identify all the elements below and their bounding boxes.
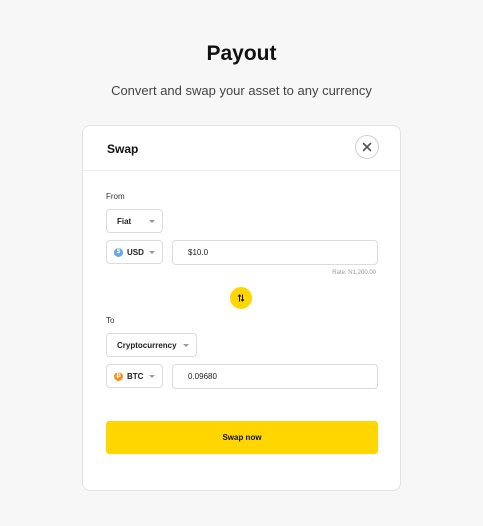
card-header: Swap bbox=[83, 126, 400, 171]
swap-card: Swap From Fiat $ USD $10.0 Rate: N1,200.… bbox=[82, 125, 401, 491]
chevron-down-icon bbox=[149, 251, 155, 254]
swap-now-button[interactable]: Swap now bbox=[106, 421, 378, 454]
card-title: Swap bbox=[107, 142, 139, 156]
payout-page: Payout Convert and swap your asset to an… bbox=[0, 0, 483, 526]
chevron-down-icon bbox=[149, 375, 155, 378]
close-button[interactable] bbox=[355, 135, 379, 159]
exchange-rate: Rate: N1,200.00 bbox=[332, 270, 376, 276]
to-currency-select[interactable]: ₿ BTC bbox=[106, 364, 163, 388]
to-currency-value: BTC bbox=[127, 371, 144, 381]
to-amount-input[interactable]: 0.09680 bbox=[172, 364, 378, 389]
swap-direction-button[interactable] bbox=[230, 287, 252, 309]
from-currency-value: USD bbox=[127, 247, 144, 257]
swap-arrows-icon bbox=[237, 294, 245, 302]
from-label: From bbox=[106, 192, 125, 201]
from-currency-select[interactable]: $ USD bbox=[106, 240, 163, 264]
chevron-down-icon bbox=[149, 220, 155, 223]
to-type-value: Cryptocurrency bbox=[117, 340, 177, 350]
page-subtitle: Convert and swap your asset to any curre… bbox=[111, 83, 372, 98]
to-type-select[interactable]: Cryptocurrency bbox=[106, 333, 197, 357]
from-amount-input[interactable]: $10.0 bbox=[172, 240, 378, 265]
chevron-down-icon bbox=[183, 344, 189, 347]
to-label: To bbox=[106, 316, 115, 325]
page-title: Payout bbox=[206, 42, 277, 65]
from-type-select[interactable]: Fiat bbox=[106, 209, 163, 233]
bitcoin-icon: ₿ bbox=[114, 371, 123, 381]
from-type-value: Fiat bbox=[117, 216, 132, 226]
dollar-coin-icon: $ bbox=[114, 247, 123, 257]
close-icon bbox=[362, 142, 372, 152]
